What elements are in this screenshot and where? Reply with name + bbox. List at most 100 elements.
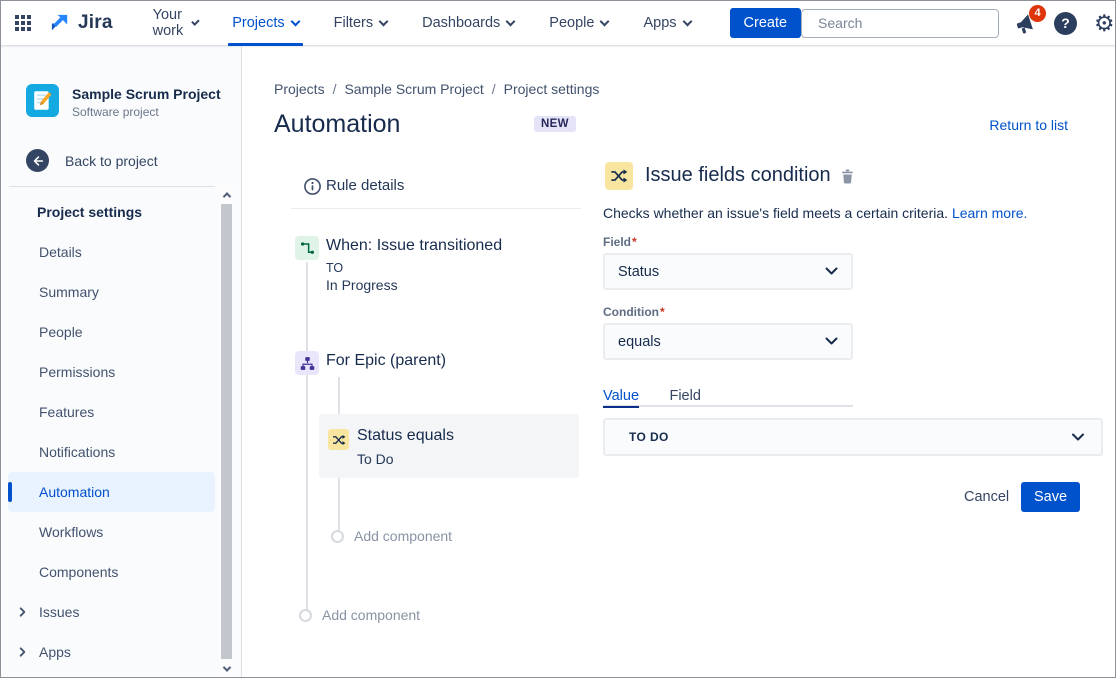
chevron-right-icon <box>17 607 28 618</box>
trigger-detail-to: TO <box>326 261 343 275</box>
rule-details-link[interactable]: Rule details <box>326 177 404 194</box>
sidebar-item-components[interactable]: Components <box>8 552 215 592</box>
search-input[interactable] <box>818 15 999 31</box>
trigger-detail-status: In Progress <box>326 277 398 293</box>
help-icon: ? <box>1054 12 1077 35</box>
chevron-down-icon <box>682 16 692 26</box>
condition-label: Condition* <box>603 305 665 319</box>
project-header: Sample Scrum Project Software project <box>26 84 221 119</box>
sidebar-item-notifications[interactable]: Notifications <box>8 432 215 472</box>
delete-condition-button[interactable] <box>839 167 856 190</box>
sidebar-item-apps[interactable]: Apps <box>8 632 215 672</box>
breadcrumb: Projects / Sample Scrum Project / Projec… <box>274 81 599 97</box>
field-select[interactable]: Status <box>603 253 853 290</box>
search-box[interactable] <box>801 9 999 38</box>
panel-title: Issue fields condition <box>645 164 831 187</box>
field-label: Field* <box>603 235 637 249</box>
required-marker: * <box>632 235 637 249</box>
page-title: Automation <box>274 110 400 139</box>
sidebar-item-details[interactable]: Details <box>8 232 215 272</box>
app-switcher-icon[interactable] <box>15 11 31 35</box>
scroll-down-arrow[interactable] <box>219 660 234 677</box>
settings-menu: Project settings Details Summary People … <box>1 192 215 672</box>
chevron-down-icon <box>290 16 300 26</box>
add-component-outer-button[interactable]: Add component <box>299 607 420 623</box>
branch-item[interactable]: For Epic (parent) <box>326 352 446 370</box>
project-name: Sample Scrum Project <box>72 84 221 102</box>
value-select[interactable]: TO DO <box>603 418 1103 456</box>
sidebar-item-features[interactable]: Features <box>8 392 215 432</box>
settings-menu-heading: Project settings <box>1 192 215 232</box>
sidebar-item-issues[interactable]: Issues <box>8 592 215 632</box>
sidebar-divider <box>9 186 215 187</box>
add-component-circle-icon <box>331 530 344 543</box>
chevron-down-icon <box>600 16 610 26</box>
branch-icon <box>295 351 319 375</box>
sidebar: Sample Scrum Project Software project Ba… <box>1 46 242 677</box>
content-area: Sample Scrum Project Software project Ba… <box>1 46 1115 677</box>
trigger-icon <box>295 236 319 260</box>
back-arrow-icon <box>26 149 49 172</box>
jira-logo-icon <box>49 12 72 35</box>
top-icons: 4 ? ⚙ NV <box>1014 11 1116 36</box>
settings-button[interactable]: ⚙ <box>1094 12 1115 35</box>
condition-icon <box>328 429 349 450</box>
breadcrumb-project-name[interactable]: Sample Scrum Project <box>344 81 483 97</box>
app-window: Jira Your work Projects Filters Dashboar… <box>0 0 1116 678</box>
project-type: Software project <box>72 105 221 119</box>
sidebar-item-workflows[interactable]: Workflows <box>8 512 215 552</box>
cancel-button[interactable]: Cancel <box>964 489 1009 505</box>
top-navigation: Jira Your work Projects Filters Dashboar… <box>1 1 1115 46</box>
sidebar-item-automation[interactable]: Automation <box>8 472 215 512</box>
chevron-down-icon <box>379 16 389 26</box>
condition-card-selected[interactable]: Status equals To Do <box>319 414 579 478</box>
add-component-circle-icon <box>299 609 312 622</box>
condition-title: Status equals <box>357 427 454 445</box>
info-icon <box>303 177 322 196</box>
add-component-inner-button[interactable]: Add component <box>331 528 452 544</box>
nav-item-people[interactable]: People <box>545 1 612 46</box>
nav-item-your-work[interactable]: Your work <box>149 1 202 46</box>
return-to-list-link[interactable]: Return to list <box>989 117 1068 133</box>
notifications-button[interactable]: 4 <box>1014 12 1037 35</box>
scroll-up-arrow[interactable] <box>219 186 234 203</box>
learn-more-link[interactable]: Learn more. <box>952 205 1027 221</box>
trash-icon <box>839 167 856 185</box>
jira-logo[interactable]: Jira <box>49 12 113 35</box>
panel-description: Checks whether an issue's field meets a … <box>603 205 1027 221</box>
chevron-down-icon <box>1071 433 1085 442</box>
nav-item-projects[interactable]: Projects <box>228 1 302 46</box>
create-button[interactable]: Create <box>730 8 802 38</box>
gear-icon: ⚙ <box>1094 12 1115 35</box>
sidebar-item-people[interactable]: People <box>8 312 215 352</box>
back-to-project-button[interactable]: Back to project <box>26 149 158 172</box>
primary-nav: Your work Projects Filters Dashboards Pe… <box>149 1 722 46</box>
timeline-divider <box>291 208 581 209</box>
notification-count-badge: 4 <box>1029 5 1046 22</box>
sidebar-item-summary[interactable]: Summary <box>8 272 215 312</box>
save-button[interactable]: Save <box>1021 482 1080 512</box>
sidebar-item-permissions[interactable]: Permissions <box>8 352 215 392</box>
nav-item-dashboards[interactable]: Dashboards <box>418 1 518 46</box>
chevron-down-icon <box>191 17 199 25</box>
timeline-connector <box>306 262 308 614</box>
tab-value[interactable]: Value <box>603 388 639 409</box>
project-avatar-icon <box>26 84 59 117</box>
nav-item-apps[interactable]: Apps <box>639 1 694 46</box>
scrollbar-thumb[interactable] <box>221 204 232 659</box>
help-button[interactable]: ? <box>1054 12 1077 35</box>
new-badge: NEW <box>534 116 576 132</box>
jira-logo-text: Jira <box>78 12 113 34</box>
sidebar-scrollbar[interactable] <box>219 186 234 677</box>
trigger-item[interactable]: When: Issue transitioned <box>326 237 502 255</box>
breadcrumb-projects[interactable]: Projects <box>274 81 325 97</box>
condition-select[interactable]: equals <box>603 323 853 360</box>
required-marker: * <box>660 305 665 319</box>
issue-fields-condition-icon <box>605 162 633 190</box>
breadcrumb-separator: / <box>492 81 496 97</box>
chevron-right-icon <box>17 647 28 658</box>
breadcrumb-project-settings[interactable]: Project settings <box>504 81 600 97</box>
condition-subtitle: To Do <box>357 451 394 467</box>
nav-item-filters[interactable]: Filters <box>330 1 391 46</box>
chevron-down-icon <box>825 337 838 346</box>
